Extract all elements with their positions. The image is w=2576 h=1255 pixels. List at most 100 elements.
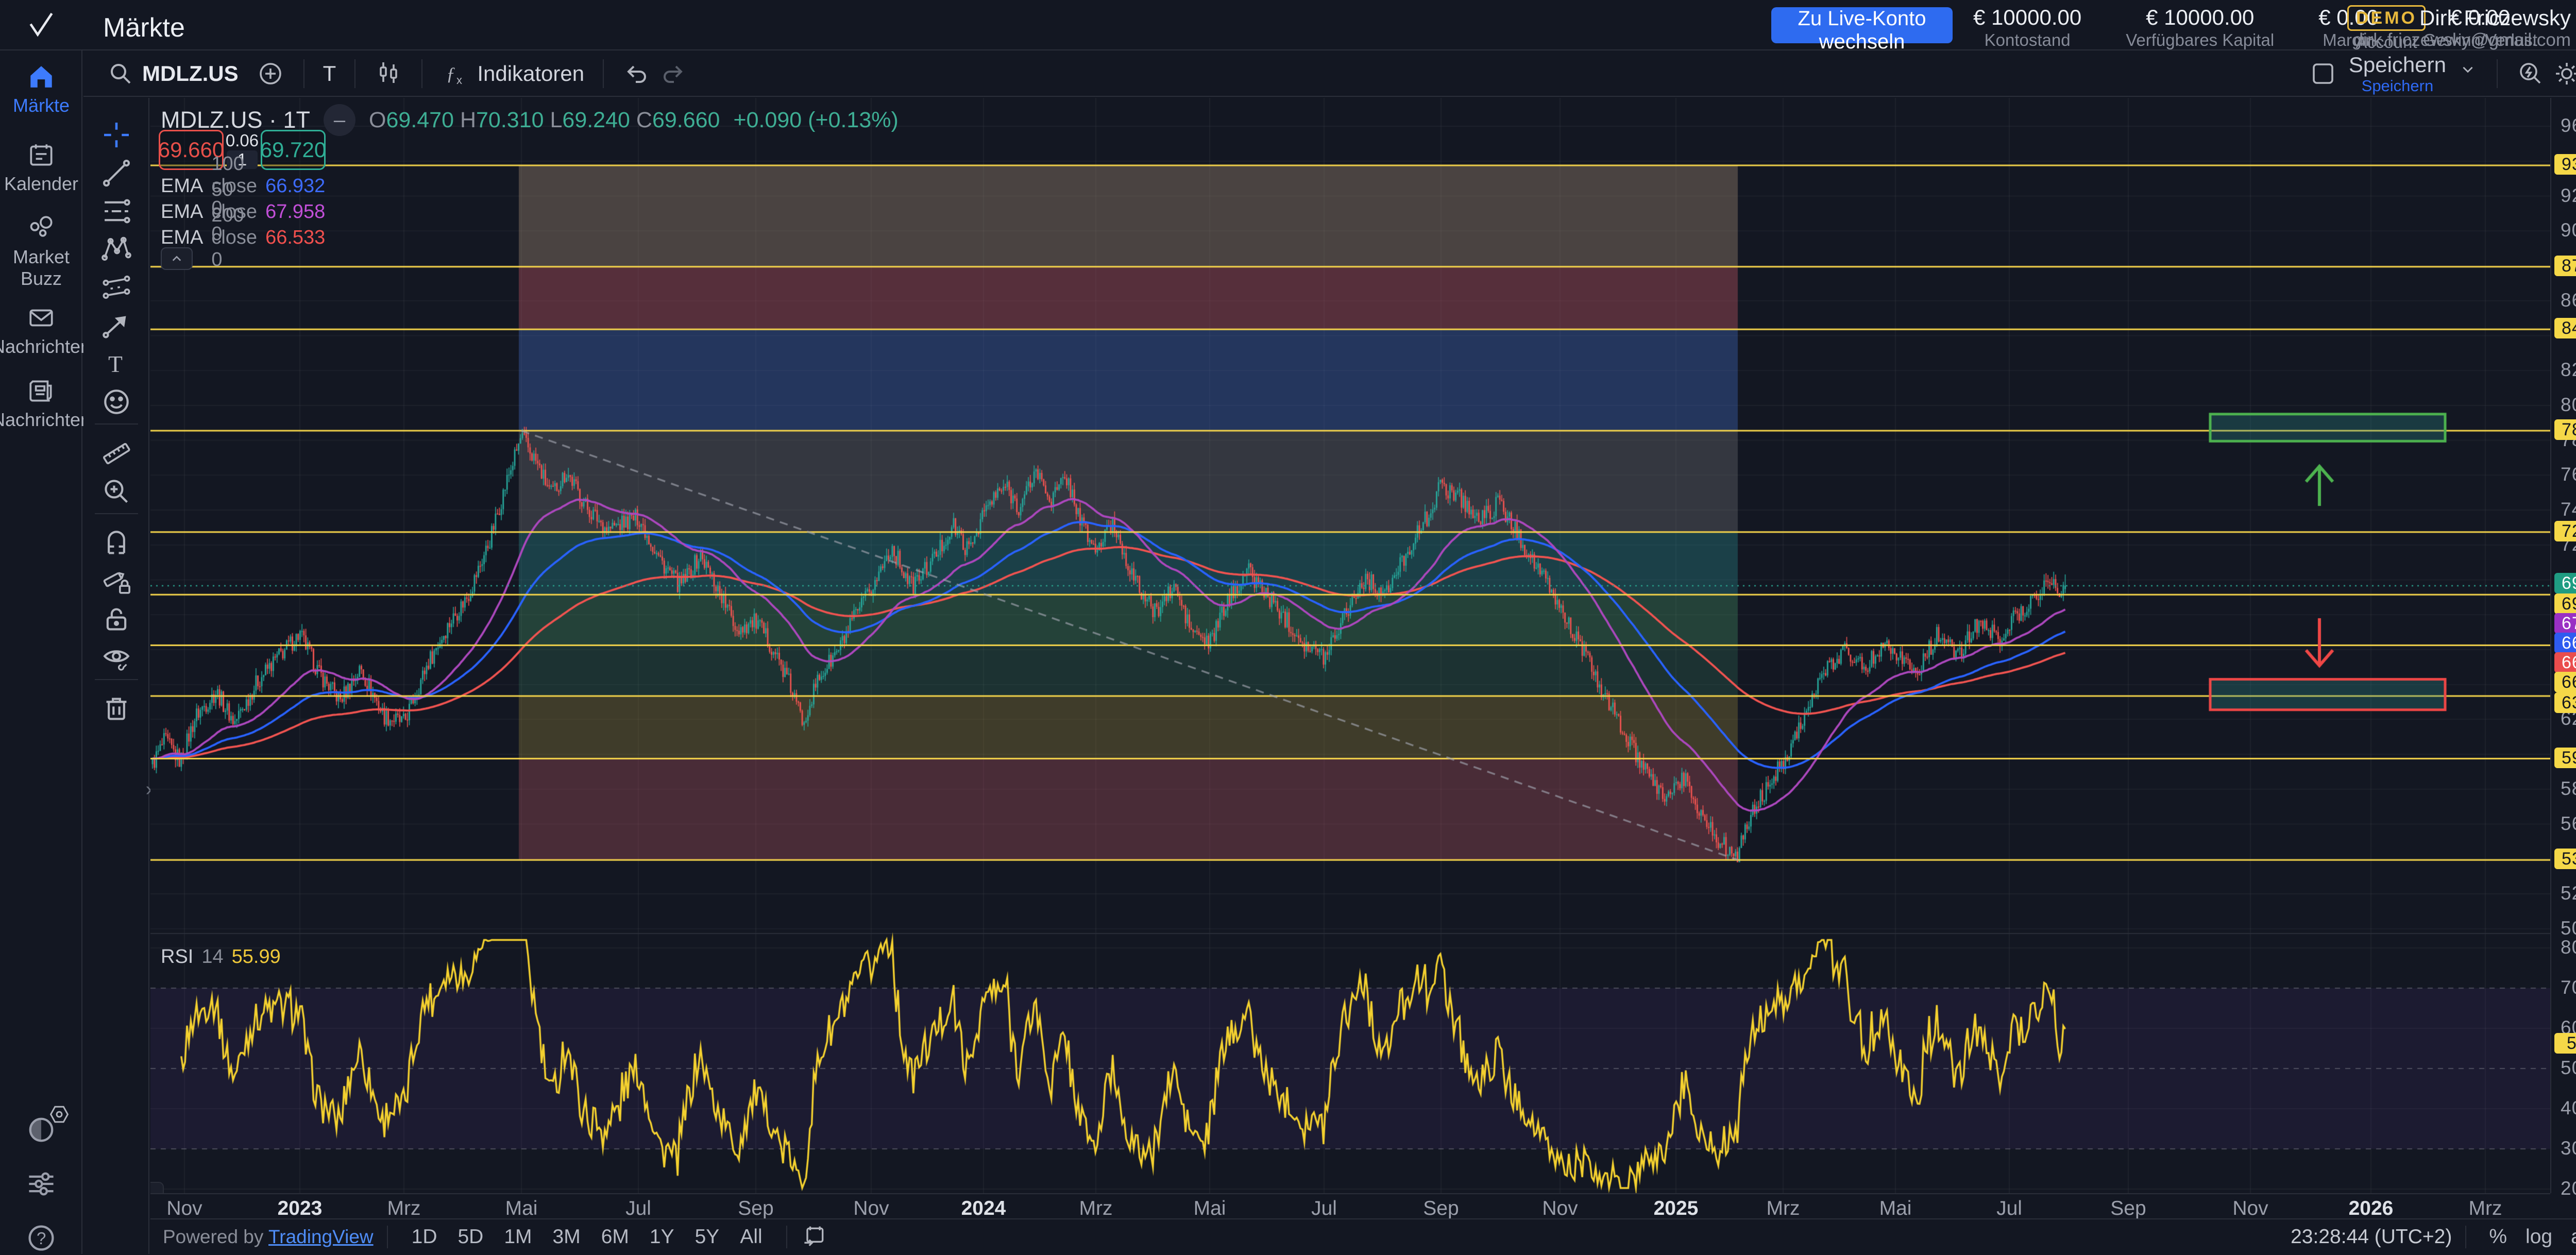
crosshair-icon[interactable] [100, 118, 133, 151]
range-button-6m[interactable]: 6M [591, 1223, 639, 1251]
time-axis[interactable]: Nov 2023 Mrz Mai Jul Sep Nov 2024 Mrz Mai Jul Sep No… [150, 1193, 2550, 1218]
draw-lock-icon[interactable] [100, 565, 133, 598]
axis-month-label[interactable]: Mai [1194, 1197, 1226, 1220]
price-tick[interactable]: 82.000 [2561, 359, 2576, 381]
axis-month-label[interactable]: Mrz [387, 1197, 421, 1220]
range-button-all[interactable]: All [730, 1223, 772, 1251]
rsi-tick[interactable]: 30.00 [2561, 1138, 2576, 1159]
zoom-in-icon[interactable] [100, 475, 133, 508]
help-icon[interactable]: ? [24, 1221, 58, 1255]
broker-logo[interactable] [0, 0, 82, 50]
indicators-button[interactable]: Indikatoren [477, 61, 584, 86]
sidebar-item-nachrichten[interactable]: Nachrichten [0, 376, 82, 431]
sidebar-item-nachrichten[interactable]: Nachrichten [0, 303, 82, 358]
range-button-1d[interactable]: 1D [401, 1223, 448, 1251]
axis-month-label[interactable]: Jul [1996, 1197, 2022, 1220]
symbol-search-button[interactable]: MDLZ.US [142, 61, 239, 86]
axis-month-label[interactable]: Nov [853, 1197, 889, 1220]
indicator-collapse-button[interactable] [161, 247, 193, 270]
axis-month-label[interactable]: Jul [1311, 1197, 1337, 1220]
price-tick[interactable]: 52.000 [2561, 883, 2576, 904]
quick-search-icon[interactable] [2516, 59, 2545, 88]
axis-month-label[interactable]: Nov [2232, 1197, 2268, 1220]
axis-month-label[interactable]: Mai [1879, 1197, 1912, 1220]
axis-month-label[interactable]: Mrz [1079, 1197, 1113, 1220]
legend-collapse-button[interactable]: – [324, 104, 355, 136]
forecast-icon[interactable] [100, 271, 133, 304]
undo-icon[interactable] [622, 59, 651, 88]
fib-retracement-icon[interactable] [100, 195, 133, 228]
price-tick[interactable]: 56.000 [2561, 813, 2576, 835]
scale-settings-icon[interactable] [47, 1103, 71, 1126]
axis-month-label[interactable]: Sep [738, 1197, 773, 1220]
text-tool-icon[interactable]: T [100, 347, 133, 380]
rsi-tick[interactable]: 40.00 [2561, 1097, 2576, 1119]
arrow-marker-icon[interactable] [100, 309, 133, 342]
chevron-down-icon[interactable] [2458, 59, 2478, 88]
axis-year-label[interactable]: 2024 [961, 1197, 1006, 1220]
sidebar-item-market-buzz[interactable]: MarketBuzz [0, 213, 82, 290]
range-button-3m[interactable]: 3M [543, 1223, 591, 1251]
trash-icon[interactable] [100, 692, 133, 725]
axis-month-label[interactable]: Nov [166, 1197, 202, 1220]
axis-month-label[interactable]: Mai [505, 1197, 538, 1220]
price-chart-canvas[interactable] [150, 98, 2550, 1193]
chart-plot[interactable]: MDLZ.US · 1T – O69.470 H70.310 L69.240 C… [150, 98, 2550, 1193]
axis-month-label[interactable]: Sep [1423, 1197, 1459, 1220]
goto-date-icon[interactable] [801, 1224, 827, 1250]
price-tick[interactable]: 76.000 [2561, 464, 2576, 485]
candles-style-icon[interactable] [374, 59, 403, 88]
axis-month-label[interactable]: Jul [625, 1197, 651, 1220]
axis-year-label[interactable]: 2026 [2349, 1197, 2394, 1220]
axis-year-label[interactable]: 2025 [1654, 1197, 1699, 1220]
save-button[interactable]: Speichern Speichern [2349, 54, 2446, 94]
price-tick[interactable]: 96.000 [2561, 115, 2576, 137]
layout-icon[interactable] [2309, 59, 2337, 88]
price-tick[interactable]: 90.000 [2561, 219, 2576, 241]
scale-mode-log[interactable]: log [2516, 1224, 2562, 1250]
interval-button[interactable]: T [323, 61, 336, 86]
xabcd-pattern-icon[interactable] [100, 233, 133, 266]
clock[interactable]: 23:28:44 (UTC+2) [2291, 1226, 2452, 1248]
axis-month-label[interactable]: Mrz [2469, 1197, 2502, 1220]
buy-button[interactable]: 69.720 [261, 130, 326, 170]
axis-year-label[interactable]: 2023 [278, 1197, 323, 1220]
eye-icon[interactable] [100, 641, 133, 674]
trendline-icon[interactable] [100, 157, 133, 190]
price-tick[interactable]: 80.000 [2561, 394, 2576, 416]
range-button-5d[interactable]: 5D [447, 1223, 494, 1251]
price-scale[interactable]: 96.00092.00090.00086.00082.00080.00078.0… [2550, 98, 2576, 1193]
price-tick[interactable]: 74.000 [2561, 499, 2576, 520]
scale-mode-auto[interactable]: auto [2562, 1224, 2576, 1250]
range-button-1y[interactable]: 1Y [639, 1223, 685, 1251]
axis-month-label[interactable]: Nov [1542, 1197, 1578, 1220]
sidebar-item-kalender[interactable]: Kalender [0, 140, 82, 195]
axis-month-label[interactable]: Mrz [1767, 1197, 1800, 1220]
rsi-tick[interactable]: 70.00 [2561, 977, 2576, 998]
tradingview-link[interactable]: TradingView [268, 1226, 374, 1247]
rsi-tick[interactable]: 80.00 [2561, 937, 2576, 958]
scale-mode-percent[interactable]: % [2480, 1224, 2516, 1250]
indicator-row[interactable]: EMA200 close 066.533 [161, 227, 325, 248]
price-tick[interactable]: 58.000 [2561, 778, 2576, 800]
rsi-tick[interactable]: 20.00 [2561, 1178, 2576, 1199]
price-tick[interactable]: 92.000 [2561, 185, 2576, 207]
fx-icon[interactable]: ƒx [441, 59, 470, 88]
sidebar-item-märkte[interactable]: Märkte [0, 62, 82, 116]
magnet-icon[interactable] [100, 527, 133, 559]
compare-plus-icon[interactable] [256, 59, 285, 88]
sliders-icon[interactable] [24, 1167, 58, 1201]
range-button-5y[interactable]: 5Y [685, 1223, 730, 1251]
axis-month-label[interactable]: Sep [2110, 1197, 2146, 1220]
gear-icon[interactable] [2552, 59, 2576, 88]
range-button-1m[interactable]: 1M [494, 1223, 542, 1251]
lock-icon[interactable] [100, 603, 133, 636]
switch-to-live-button[interactable]: Zu Live-Konto wechseln [1771, 7, 1953, 43]
redo-icon[interactable] [658, 59, 687, 88]
search-icon[interactable] [106, 59, 135, 88]
price-tick[interactable]: 50.000 [2561, 918, 2576, 939]
price-tick[interactable]: 86.000 [2561, 290, 2576, 311]
rsi-tick[interactable]: 50.00 [2561, 1057, 2576, 1079]
ruler-icon[interactable] [100, 437, 133, 470]
emoji-icon[interactable] [100, 385, 133, 418]
